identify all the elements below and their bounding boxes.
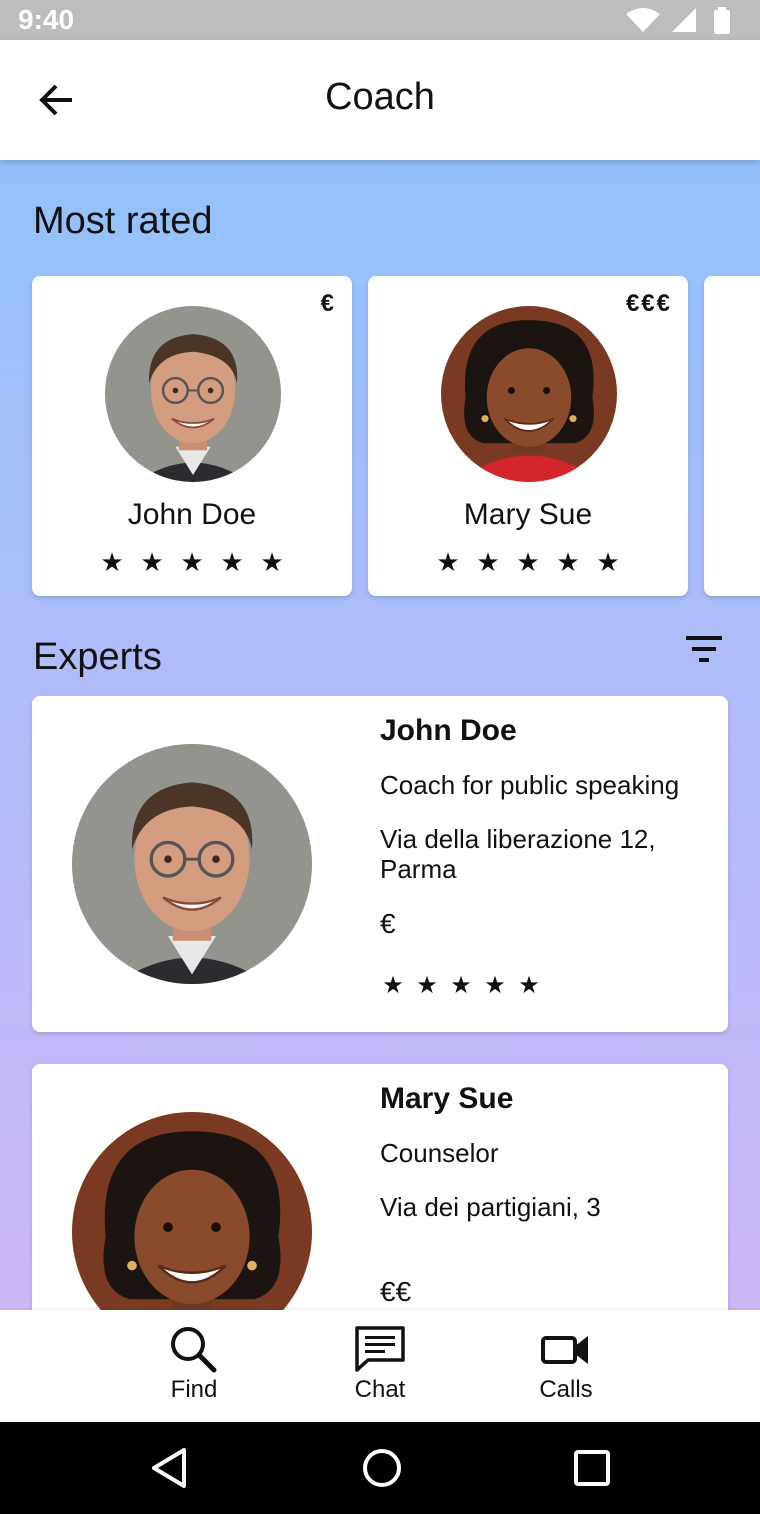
home-circle-icon[interactable]: [360, 1446, 404, 1490]
battery-icon: [714, 10, 730, 34]
star-icon: ★: [518, 972, 540, 999]
star-icon: ★: [516, 547, 540, 577]
star-icon: ★: [260, 547, 284, 577]
coach-name: John Doe: [127, 498, 257, 531]
star-icon: ★: [596, 547, 620, 577]
cellular-signal-icon: [672, 8, 696, 32]
expert-role: Counselor: [380, 1138, 499, 1168]
star-icon: ★: [484, 972, 506, 999]
video-camera-icon: [541, 1336, 588, 1364]
nav-label: Calls: [539, 1376, 593, 1403]
expert-address: Via dei partigiani, 3: [380, 1192, 601, 1222]
woman-portrait: [441, 306, 617, 482]
expert-card[interactable]: Mary Sue Counselor Via dei partigiani, 3…: [32, 1064, 728, 1310]
chat-icon: [355, 1326, 405, 1372]
page-title: Coach: [325, 76, 435, 118]
avatar: [72, 744, 312, 984]
avatar: [441, 306, 617, 482]
most-rated-title: Most rated: [33, 200, 213, 242]
experts-title: Experts: [33, 636, 162, 678]
star-icon: ★: [100, 547, 124, 577]
expert-info: John Doe Coach for public speaking Via d…: [380, 714, 720, 1000]
avatar: [72, 1112, 312, 1310]
status-time: 9:40: [18, 4, 75, 35]
expert-name: Mary Sue: [380, 1082, 514, 1115]
expert-info: Mary Sue Counselor Via dei partigiani, 3…: [380, 1082, 720, 1310]
star-icon: ★: [382, 972, 404, 999]
bottom-navigation: Find Chat Calls: [0, 1310, 760, 1422]
star-rating: ★ ★ ★ ★ ★: [368, 548, 688, 576]
filter-list-icon[interactable]: [682, 632, 726, 668]
avatar: [105, 306, 281, 482]
star-icon: ★: [140, 547, 164, 577]
star-icon: ★: [180, 547, 204, 577]
status-icons: [626, 7, 730, 34]
back-triangle-icon[interactable]: [148, 1446, 192, 1490]
price-level: €€€: [625, 290, 672, 317]
star-icon: ★: [450, 972, 472, 999]
most-rated-card[interactable]: [704, 276, 760, 596]
main-content[interactable]: Most rated € John Doe ★ ★ ★ ★ ★ €€€ Mary…: [0, 160, 760, 1310]
star-icon: ★: [416, 972, 438, 999]
price-level: €: [380, 908, 396, 939]
star-icon: ★: [220, 547, 244, 577]
coach-name: Mary Sue: [463, 498, 593, 531]
nav-label: Chat: [354, 1376, 406, 1403]
expert-name: John Doe: [380, 714, 517, 747]
expert-address: Via della liberazione 12, Parma: [380, 824, 656, 884]
search-icon: [171, 1327, 217, 1373]
star-rating: ★ ★ ★ ★ ★: [32, 548, 352, 576]
star-icon: ★: [436, 547, 460, 577]
expert-role: Coach for public speaking: [380, 770, 680, 800]
most-rated-carousel[interactable]: € John Doe ★ ★ ★ ★ ★ €€€ Mary Sue ★ ★ ★ …: [0, 276, 760, 596]
woman-portrait: [72, 1112, 312, 1310]
nav-find[interactable]: Find: [134, 1324, 254, 1414]
most-rated-card[interactable]: €€€ Mary Sue ★ ★ ★ ★ ★: [368, 276, 688, 596]
star-icon: ★: [556, 547, 580, 577]
price-level: €€: [380, 1276, 412, 1307]
man-portrait: [72, 744, 312, 984]
expert-card[interactable]: John Doe Coach for public speaking Via d…: [32, 696, 728, 1032]
man-portrait: [105, 306, 281, 482]
star-rating: ★ ★ ★ ★ ★: [376, 972, 720, 1000]
app-bar: Coach: [0, 40, 760, 160]
status-bar: 9:40: [0, 0, 760, 40]
nav-calls[interactable]: Calls: [506, 1324, 626, 1414]
recents-square-icon[interactable]: [572, 1448, 612, 1488]
nav-label: Find: [170, 1376, 218, 1403]
system-navigation-bar: [0, 1422, 760, 1514]
wifi-icon: [626, 8, 660, 32]
star-icon: ★: [476, 547, 500, 577]
most-rated-card[interactable]: € John Doe ★ ★ ★ ★ ★: [32, 276, 352, 596]
nav-chat[interactable]: Chat: [320, 1324, 440, 1414]
price-level: €: [320, 290, 336, 317]
